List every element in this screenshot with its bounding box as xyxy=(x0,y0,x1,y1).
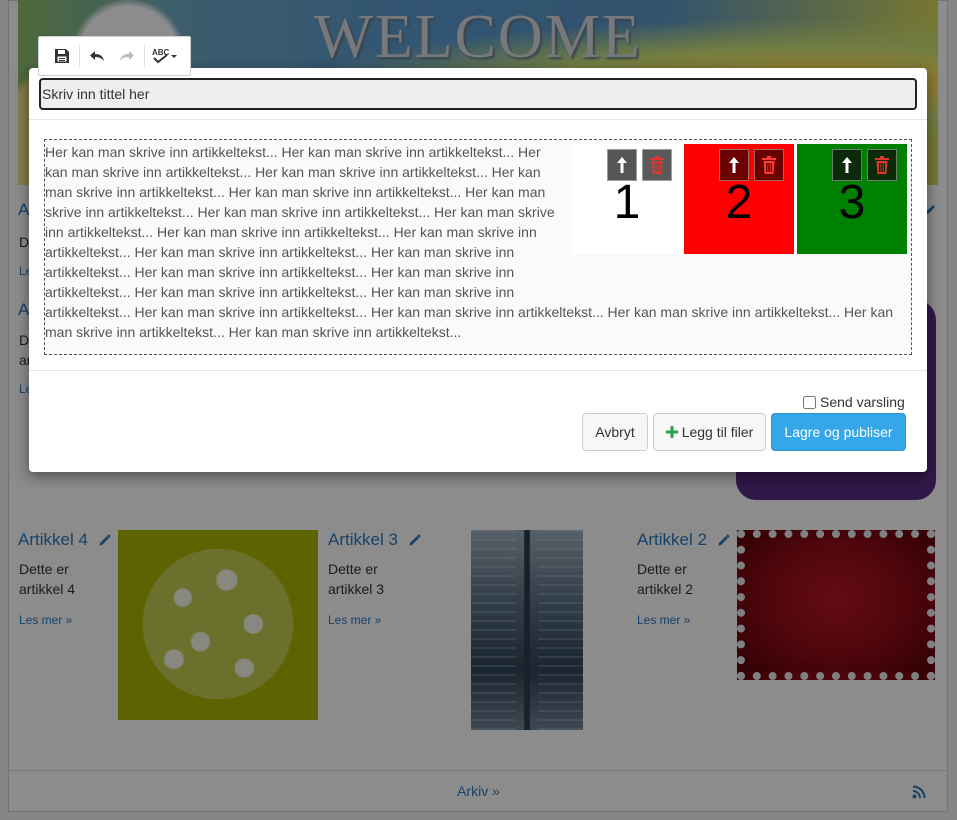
add-files-button-label: Legg til filer xyxy=(681,424,754,440)
trash-icon xyxy=(650,156,664,174)
arrow-up-icon xyxy=(729,157,739,173)
image-label: 3 xyxy=(838,176,866,229)
arrow-up-icon xyxy=(842,157,852,173)
undo-icon[interactable] xyxy=(82,42,112,70)
header-divider xyxy=(29,119,927,120)
save-publish-button[interactable]: Lagre og publiser xyxy=(771,413,906,451)
image-thumb-3[interactable]: 3 xyxy=(797,144,907,254)
add-files-button[interactable]: Legg til filer xyxy=(653,413,766,451)
title-input[interactable] xyxy=(39,78,917,110)
move-up-button[interactable] xyxy=(607,149,637,181)
image-thumb-2[interactable]: 2 xyxy=(684,144,794,254)
spellcheck-icon[interactable]: ABC xyxy=(147,42,183,70)
save-publish-button-label: Lagre og publiser xyxy=(784,424,893,440)
delete-button[interactable] xyxy=(754,149,784,181)
article-editor-modal: 1 2 xyxy=(29,68,927,472)
plus-icon xyxy=(665,426,678,438)
move-up-button[interactable] xyxy=(832,149,862,181)
send-notification-checkbox[interactable] xyxy=(803,395,816,409)
image-label: 2 xyxy=(725,176,753,229)
image-thumb-1[interactable]: 1 xyxy=(572,144,682,254)
redo-icon[interactable] xyxy=(112,42,142,70)
trash-icon xyxy=(875,156,889,174)
arrow-up-icon xyxy=(617,157,627,173)
cancel-button[interactable]: Avbryt xyxy=(582,413,648,451)
send-notification-option[interactable]: Send varsling xyxy=(803,394,905,410)
image-strip: 1 2 3 xyxy=(566,142,911,292)
trash-icon xyxy=(762,156,776,174)
delete-button[interactable] xyxy=(642,149,672,181)
editor-toolbar: ABC xyxy=(38,36,191,76)
toolbar-separator xyxy=(144,45,145,67)
article-body-editor[interactable]: 1 2 3 Her kan man skrive inn artikkeltek… xyxy=(44,139,912,355)
toolbar-separator xyxy=(79,45,80,67)
image-label: 1 xyxy=(613,176,641,229)
save-icon[interactable] xyxy=(47,42,77,70)
send-notification-label: Send varsling xyxy=(820,394,905,410)
footer-divider xyxy=(29,370,927,371)
move-up-button[interactable] xyxy=(719,149,749,181)
cancel-button-label: Avbryt xyxy=(595,424,635,440)
delete-button[interactable] xyxy=(867,149,897,181)
